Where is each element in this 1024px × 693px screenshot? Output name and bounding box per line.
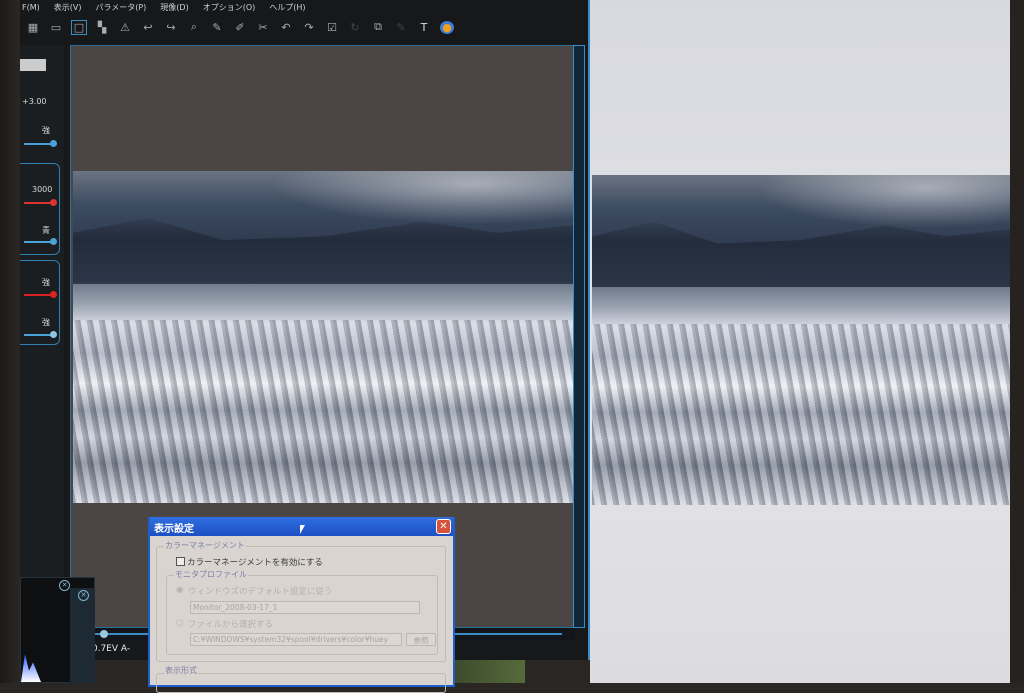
display-settings-dialog: 表示設定 ✕ カラーマネージメント カラーマネージメントを有効にする モニタプロ… xyxy=(148,517,455,693)
copy-settings-icon[interactable]: ⧉ xyxy=(371,20,385,34)
monitor-bezel-left xyxy=(0,0,22,683)
toolbar: ▦ ▭ □ ▚ ⚠ ↩ ↪ ⌕ ✎ ✐ ✂ ↶ ↷ ☑ ↻ ⧉ ✎ T ● xyxy=(20,16,590,38)
undo-icon[interactable]: ↩ xyxy=(141,21,155,34)
mouse-cursor xyxy=(300,525,305,534)
monitor-profile-legend: モニタプロファイル xyxy=(174,569,248,580)
crop-icon[interactable]: ✂ xyxy=(256,21,270,34)
slider-label: 強 xyxy=(42,126,50,135)
slider[interactable] xyxy=(24,291,57,298)
slider-label: 強 xyxy=(42,278,50,287)
warning-icon[interactable]: ⚠ xyxy=(118,21,132,34)
color-temp-slider[interactable] xyxy=(24,199,57,206)
desktop-background xyxy=(455,660,525,683)
file-path-field[interactable]: C:¥WINDOWS¥system32¥spool¥drivers¥color¥… xyxy=(190,633,402,646)
hammer-icon[interactable]: T xyxy=(417,21,431,34)
tint-slider[interactable] xyxy=(24,238,57,245)
enable-cm-checkbox[interactable] xyxy=(176,557,185,566)
vertical-scrollbar[interactable] xyxy=(573,45,585,628)
default-radio[interactable]: ◉ xyxy=(176,585,183,595)
menu-options[interactable]: オプション(O) xyxy=(203,2,256,13)
monitor-bezel-right xyxy=(1010,0,1024,683)
file-radio[interactable]: ○ xyxy=(176,618,183,628)
color-temp-value: 3000 xyxy=(32,185,53,194)
filmstrip-view-icon[interactable]: ▭ xyxy=(49,21,63,34)
check-icon[interactable]: ☑ xyxy=(325,21,339,34)
refresh-icon[interactable]: ↻ xyxy=(348,21,362,34)
close-button[interactable]: ✕ xyxy=(436,519,451,534)
menu-file[interactable]: F(M) xyxy=(22,3,40,12)
slider-label: 強 xyxy=(42,318,50,327)
file-radio-label: ファイルから選択する xyxy=(188,620,274,630)
browse-button[interactable]: 参照 xyxy=(406,633,436,646)
histogram-graph xyxy=(21,654,41,682)
globe-icon[interactable]: ● xyxy=(440,20,454,34)
display-format-legend: 表示形式 xyxy=(164,665,198,676)
slider[interactable] xyxy=(24,140,57,147)
exposure-value: +3.00 xyxy=(22,97,47,106)
menu-parameter[interactable]: パラメータ(P) xyxy=(95,2,146,13)
raw-photo xyxy=(73,171,573,503)
grid-view-icon[interactable]: ▦ xyxy=(26,21,40,34)
enable-cm-label: カラーマネージメントを有効にする xyxy=(187,558,323,568)
compare-icon[interactable]: ▚ xyxy=(95,21,109,34)
preview-photo xyxy=(592,175,1010,505)
menu-help[interactable]: ヘルプ(H) xyxy=(269,2,305,13)
close-icon[interactable]: ✕ xyxy=(78,590,89,601)
redo-icon[interactable]: ↪ xyxy=(164,21,178,34)
zoom-icon[interactable]: ⌕ xyxy=(187,20,201,34)
default-radio-label: ウィンドウズのデフォルト設定に従う xyxy=(188,587,333,597)
profile-field[interactable]: Monitor_2008-03-17_1 xyxy=(190,601,420,614)
rotate-right-icon[interactable]: ↷ xyxy=(302,21,316,34)
menu-view[interactable]: 表示(V) xyxy=(54,2,82,13)
white-balance-icon[interactable]: ✐ xyxy=(233,21,247,34)
color-management-legend: カラーマネージメント xyxy=(164,540,246,551)
paste-icon[interactable]: ✎ xyxy=(394,21,408,34)
navigator-panel: ✕ xyxy=(70,588,95,683)
menu-bar: F(M) 表示(V) パラメータ(P) 現像(D) オプション(O) ヘルプ(H… xyxy=(20,0,590,15)
slider-label: 青 xyxy=(42,226,50,235)
single-view-icon[interactable]: □ xyxy=(71,19,87,35)
adjustment-panel: +3.00 強 3000 青 強 強 xyxy=(20,45,64,605)
close-icon[interactable]: ✕ xyxy=(59,580,70,591)
menu-develop[interactable]: 現像(D) xyxy=(160,2,188,13)
slider[interactable] xyxy=(24,331,57,338)
rotate-left-icon[interactable]: ↶ xyxy=(279,21,293,34)
eyedropper-icon[interactable]: ✎ xyxy=(210,21,224,34)
